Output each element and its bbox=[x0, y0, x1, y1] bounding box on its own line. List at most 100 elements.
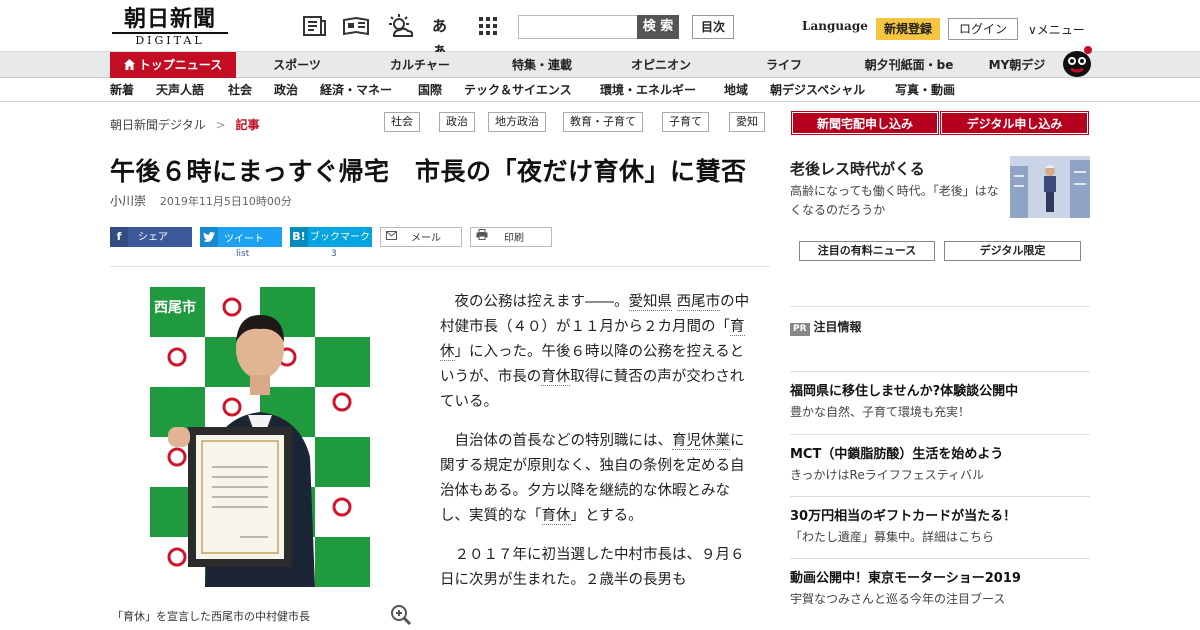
promo-text[interactable]: 高齢になっても働く時代。「老後」はなくなるのだろうか bbox=[790, 182, 1002, 220]
breadcrumb-separator: > bbox=[215, 118, 226, 132]
hatena-bookmark-button[interactable]: B! ブックマーク bbox=[290, 227, 372, 247]
pr-item-desc: 豊かな自然、子育て環境も充実！ bbox=[790, 405, 971, 419]
paid-news-button[interactable]: 注目の有料ニュース bbox=[799, 241, 935, 261]
divider bbox=[790, 306, 1090, 307]
nav-special[interactable]: 朝デジスペシャル bbox=[770, 78, 865, 102]
mail-icon bbox=[386, 228, 397, 248]
tag-society[interactable]: 社会 bbox=[384, 112, 420, 132]
login-button[interactable]: ログイン bbox=[948, 18, 1018, 40]
promo-title[interactable]: 老後レス時代がくる bbox=[790, 158, 925, 179]
logo-text: 朝日新聞 bbox=[123, 6, 216, 32]
breadcrumb-root[interactable]: 朝日新聞デジタル bbox=[110, 118, 206, 132]
twitter-icon bbox=[200, 227, 218, 247]
search-button[interactable]: 検 索 bbox=[637, 15, 679, 39]
pr-item-desc: 宇賀なつみさんと巡る今年の注目ブース bbox=[790, 592, 1006, 606]
tag-politics[interactable]: 政治 bbox=[439, 112, 475, 132]
tag-local-politics[interactable]: 地方政治 bbox=[488, 112, 546, 132]
tag-childcare[interactable]: 子育て bbox=[662, 112, 709, 132]
digital-only-button[interactable]: デジタル限定 bbox=[944, 241, 1081, 261]
pr-item[interactable]: 30万円相当のギフトカードが当たる！ 「わたし遺産」募集中。詳細はこちら bbox=[790, 496, 1090, 545]
promo-image[interactable] bbox=[1010, 156, 1090, 218]
tweet-label: ツイート bbox=[224, 234, 264, 245]
pr-section-heading: PR 注目情報 bbox=[790, 318, 862, 336]
mascot-icon[interactable] bbox=[1060, 44, 1094, 78]
nav-label: トップニュース bbox=[138, 58, 223, 72]
nav-my-asahi[interactable]: MY朝デジ bbox=[982, 52, 1052, 78]
nav-politics[interactable]: 政治 bbox=[274, 78, 298, 102]
toc-button[interactable]: 目次 bbox=[692, 15, 734, 39]
digital-subscribe-button[interactable]: デジタル申し込み bbox=[940, 111, 1089, 135]
magazine-icon[interactable] bbox=[342, 14, 369, 38]
nav-opinion[interactable]: オピニオン bbox=[616, 52, 706, 78]
pr-item[interactable]: MCT（中鎖脂肪酸）生活を始めよう きっかけはReライフフェスティバル bbox=[790, 434, 1090, 483]
facebook-share-button[interactable]: f シェア bbox=[110, 227, 192, 247]
divider bbox=[110, 266, 770, 267]
article-paragraph: ２０１７年に初当選した中村市長は、９月６日に次男が生まれた。２歳半の長男も bbox=[440, 547, 745, 588]
weather-icon[interactable] bbox=[386, 14, 414, 38]
share-label: シェア bbox=[138, 232, 168, 243]
photo-caption: 「育休」を宣言した西尾市の中村健市長 bbox=[112, 610, 310, 623]
nav-features[interactable]: 特集・連載 bbox=[494, 52, 590, 78]
newspaper-icon[interactable] bbox=[301, 14, 327, 38]
keyword-link[interactable]: 育休 bbox=[440, 319, 745, 361]
font-size-icon[interactable]: あぁ bbox=[432, 14, 458, 59]
hatena-count[interactable]: 3 bbox=[331, 249, 337, 259]
grid-menu-icon[interactable] bbox=[478, 14, 504, 38]
newspaper-subscribe-button[interactable]: 新聞宅配申し込み bbox=[791, 111, 939, 135]
keyword-link[interactable]: 西尾市 bbox=[676, 294, 721, 311]
byline: 小川崇 2019年11月5日10時00分 bbox=[110, 192, 292, 209]
nav-environment[interactable]: 環境・エネルギー bbox=[600, 78, 696, 102]
article-photo[interactable]: 西尾市 bbox=[150, 287, 370, 587]
twitter-share-button[interactable]: ツイート bbox=[200, 227, 282, 247]
nav-region[interactable]: 地域 bbox=[724, 78, 748, 102]
keyword-link[interactable]: 育休 bbox=[541, 369, 571, 386]
nav-newspaper[interactable]: 朝夕刊紙面・be bbox=[854, 52, 964, 78]
nav-tenseijingo[interactable]: 天声人語 bbox=[156, 78, 204, 102]
pr-item[interactable]: 動画公開中！東京モーターショー2019 宇賀なつみさんと巡る今年の注目ブース bbox=[790, 558, 1090, 607]
keyword-link[interactable]: 育児休業 bbox=[672, 433, 730, 450]
nav-society[interactable]: 社会 bbox=[228, 78, 252, 102]
nav-tech[interactable]: テック＆サイエンス bbox=[464, 78, 572, 102]
pr-item-title[interactable]: 福岡県に移住しませんか?体験談公開中 bbox=[790, 380, 1090, 399]
pr-item-desc: きっかけはReライフフェスティバル bbox=[790, 468, 984, 482]
menu-button[interactable]: ∨メニュー bbox=[1028, 21, 1085, 38]
site-logo[interactable]: 朝日新聞 DIGITAL bbox=[112, 6, 228, 48]
keyword-link[interactable]: 愛知県 bbox=[628, 294, 672, 311]
twitter-count-link[interactable]: list bbox=[236, 249, 249, 259]
photo-sign-label: 西尾市 bbox=[154, 300, 196, 316]
search-input[interactable] bbox=[518, 15, 638, 39]
article-headline: 午後６時にまっすぐ帰宅 市長の「夜だけ育休」に賛否 bbox=[110, 157, 747, 186]
bookmark-label: ブックマーク bbox=[310, 232, 370, 243]
author-name[interactable]: 小川崇 bbox=[110, 194, 146, 208]
pr-title: 注目情報 bbox=[813, 320, 862, 334]
nav-economy[interactable]: 経済・マネー bbox=[320, 78, 392, 102]
language-link[interactable]: Language bbox=[802, 19, 868, 33]
breadcrumb-current: 記事 bbox=[235, 118, 260, 132]
pr-item-title[interactable]: 動画公開中！東京モーターショー2019 bbox=[790, 567, 1090, 586]
mail-button[interactable]: メール bbox=[380, 227, 462, 247]
nav-international[interactable]: 国際 bbox=[418, 78, 442, 102]
nav-latest[interactable]: 新着 bbox=[110, 78, 134, 102]
pr-item-title[interactable]: MCT（中鎖脂肪酸）生活を始めよう bbox=[790, 443, 1090, 462]
nav-top-news[interactable]: トップニュース bbox=[110, 52, 236, 78]
pr-item[interactable]: 福岡県に移住しませんか?体験談公開中 豊かな自然、子育て環境も充実！ bbox=[790, 371, 1090, 420]
breadcrumb: 朝日新聞デジタル > 記事 bbox=[110, 116, 260, 133]
print-label: 印刷 bbox=[504, 233, 524, 244]
tag-education[interactable]: 教育・子育て bbox=[563, 112, 643, 132]
pr-badge: PR bbox=[790, 323, 810, 336]
primary-nav: トップニュース スポーツ カルチャー 特集・連載 オピニオン ライフ 朝夕刊紙面… bbox=[0, 46, 1200, 78]
zoom-icon[interactable] bbox=[390, 604, 412, 626]
keyword-link[interactable]: 育休 bbox=[541, 508, 571, 525]
nav-life[interactable]: ライフ bbox=[744, 52, 824, 78]
pr-item-title[interactable]: 30万円相当のギフトカードが当たる！ bbox=[790, 505, 1090, 524]
secondary-nav: 新着 天声人語 社会 政治 経済・マネー 国際 テック＆サイエンス 環境・エネル… bbox=[0, 78, 1200, 102]
tag-aichi[interactable]: 愛知 bbox=[729, 112, 765, 132]
nav-photo-video[interactable]: 写真・動画 bbox=[895, 78, 955, 102]
hatena-icon: B! bbox=[290, 227, 308, 247]
print-button[interactable]: 印刷 bbox=[470, 227, 552, 247]
nav-culture[interactable]: カルチャー bbox=[372, 52, 468, 78]
nav-sports[interactable]: スポーツ bbox=[252, 52, 342, 78]
mail-label: メール bbox=[411, 233, 441, 244]
logo-subtext: DIGITAL bbox=[112, 32, 228, 48]
signup-button[interactable]: 新規登録 bbox=[876, 18, 940, 40]
